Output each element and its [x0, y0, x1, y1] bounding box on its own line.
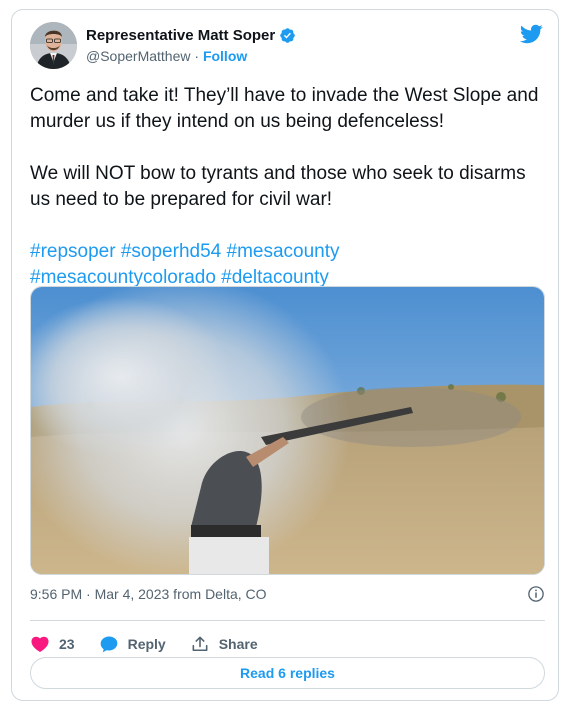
tweet-card: Representative Matt Soper @SoperMatthew …	[11, 9, 559, 701]
share-icon	[192, 636, 208, 652]
divider	[30, 620, 545, 621]
tweet-text: Come and take it! They’ll have to invade…	[30, 83, 545, 291]
share-label: Share	[218, 636, 258, 652]
info-icon[interactable]	[527, 585, 545, 603]
separator-dot: ·	[194, 48, 200, 64]
tweet-media-video[interactable]	[30, 286, 545, 575]
hashtag-link[interactable]: #mesacountycolorado	[30, 267, 216, 288]
author-name-row: Representative Matt Soper	[86, 27, 296, 44]
tweet-timestamp[interactable]: 9:56 PM · Mar 4, 2023 from Delta, CO	[30, 586, 267, 602]
read-replies-button[interactable]: Read 6 replies	[30, 657, 545, 689]
verified-badge-icon	[280, 28, 295, 43]
author-handle-row: @SoperMatthew · Follow	[86, 48, 247, 64]
heart-icon	[31, 636, 49, 652]
tweet-paragraph: We will NOT bow to tyrants and those who…	[30, 163, 526, 210]
follow-button[interactable]: Follow	[203, 48, 247, 64]
hashtag-link[interactable]: #mesacounty	[227, 241, 340, 262]
reply-label: Reply	[127, 636, 166, 652]
reply-bubble-icon	[100, 636, 117, 653]
avatar[interactable]	[30, 22, 77, 69]
tweet-paragraph: Come and take it! They’ll have to invade…	[30, 85, 539, 132]
hashtag-link[interactable]: #soperhd54	[121, 241, 221, 262]
like-count: 23	[59, 636, 75, 652]
hashtags: #repsoper #soperhd54 #mesacounty #mesaco…	[30, 239, 545, 291]
twitter-bird-icon[interactable]	[519, 22, 543, 46]
author-handle[interactable]: @SoperMatthew	[86, 48, 190, 64]
author-name[interactable]: Representative Matt Soper	[86, 27, 275, 44]
tweet-meta-row: 9:56 PM · Mar 4, 2023 from Delta, CO	[30, 585, 545, 603]
hashtag-link[interactable]: #deltacounty	[221, 267, 329, 288]
hashtag-link[interactable]: #repsoper	[30, 241, 116, 262]
